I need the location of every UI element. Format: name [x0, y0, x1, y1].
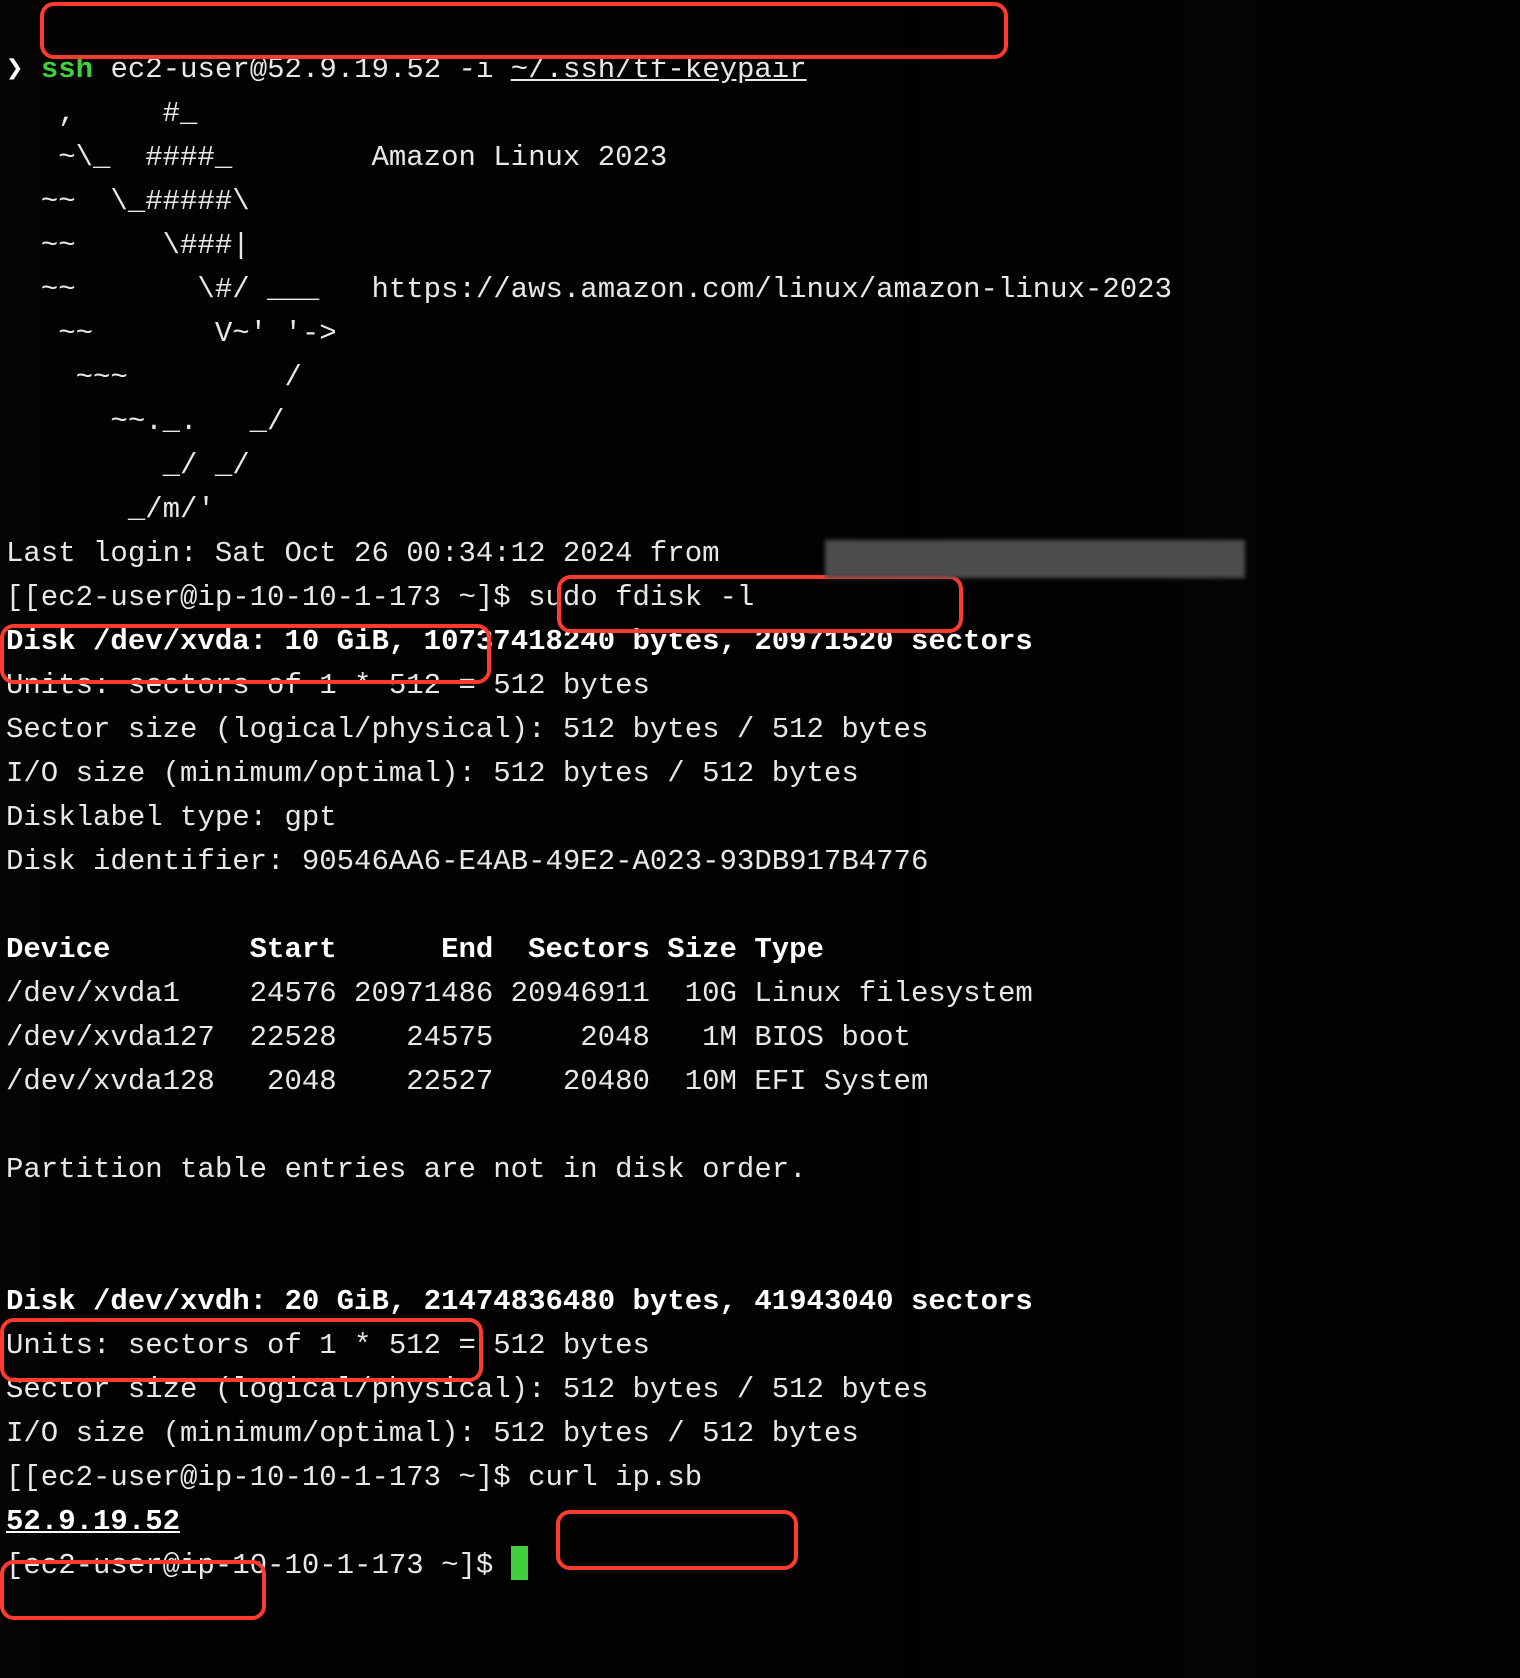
fdisk-sector-size: Sector size (logical/physical): 512 byte…	[6, 713, 928, 746]
ssh-args: ec2-user@52.9.19.52 -i	[93, 53, 511, 86]
motd-line: ~~ \_#####\	[6, 185, 250, 218]
local-prompt-glyph: ❯	[6, 53, 23, 86]
table-row: /dev/xvda127 22528 24575 2048 1M BIOS bo…	[6, 1021, 911, 1054]
table-row: /dev/xvda128 2048 22527 20480 10M EFI Sy…	[6, 1065, 928, 1098]
table-row: /dev/xvda1 24576 20971486 20946911 10G L…	[6, 977, 1033, 1010]
redacted-ip	[825, 540, 1245, 578]
motd-line: ~~._. _/	[6, 405, 284, 438]
ssh-command[interactable]: ssh	[41, 53, 93, 86]
fdisk-sector-size: Sector size (logical/physical): 512 byte…	[6, 1373, 928, 1406]
motd-line: ~~ \#/ ___ https://aws.amazon.com/linux/…	[6, 273, 1172, 306]
curl-output-ip: 52.9.19.52	[6, 1505, 180, 1538]
motd-line: ~~ \###|	[6, 229, 250, 262]
motd-line: _/m/'	[6, 493, 215, 526]
partition-table-header: Device Start End Sectors Size Type	[6, 933, 824, 966]
remote-prompt: [ec2-user@ip-10-10-1-173 ~]$	[6, 1549, 511, 1582]
motd-line: ~\_ ####_ Amazon Linux 2023	[6, 141, 667, 174]
partition-order-note: Partition table entries are not in disk …	[6, 1153, 807, 1186]
fdisk-command[interactable]: sudo fdisk -l	[528, 581, 754, 614]
fdisk-units: Units: sectors of 1 * 512 = 512 bytes	[6, 669, 650, 702]
disk-xvdh-header: Disk /dev/xvdh: 20 GiB, 21474836480 byte…	[6, 1285, 1033, 1318]
curl-command[interactable]: curl ip.sb	[528, 1461, 702, 1494]
disk-xvda-header: Disk /dev/xvda: 10 GiB, 10737418240 byte…	[6, 625, 1033, 658]
remote-prompt: [[ec2-user@ip-10-10-1-173 ~]$	[6, 581, 528, 614]
remote-prompt: [[ec2-user@ip-10-10-1-173 ~]$	[6, 1461, 528, 1494]
motd-line: ~~~ /	[6, 361, 302, 394]
cursor[interactable]	[511, 1546, 528, 1580]
fdisk-units: Units: sectors of 1 * 512 = 512 bytes	[6, 1329, 650, 1362]
motd-line: , #_	[6, 97, 197, 130]
fdisk-io-size: I/O size (minimum/optimal): 512 bytes / …	[6, 757, 859, 790]
last-login-line: Last login: Sat Oct 26 00:34:12 2024 fro…	[6, 537, 737, 570]
fdisk-identifier: Disk identifier: 90546AA6-E4AB-49E2-A023…	[6, 845, 928, 878]
fdisk-disklabel: Disklabel type: gpt	[6, 801, 337, 834]
terminal-output: ❯ ssh ec2-user@52.9.19.52 -i ~/.ssh/tf-k…	[0, 0, 1520, 1592]
ssh-keypath: ~/.ssh/tf-keypair	[511, 53, 807, 86]
motd-line: _/ _/	[6, 449, 250, 482]
fdisk-io-size: I/O size (minimum/optimal): 512 bytes / …	[6, 1417, 859, 1450]
motd-line: ~~ V~' '->	[6, 317, 337, 350]
